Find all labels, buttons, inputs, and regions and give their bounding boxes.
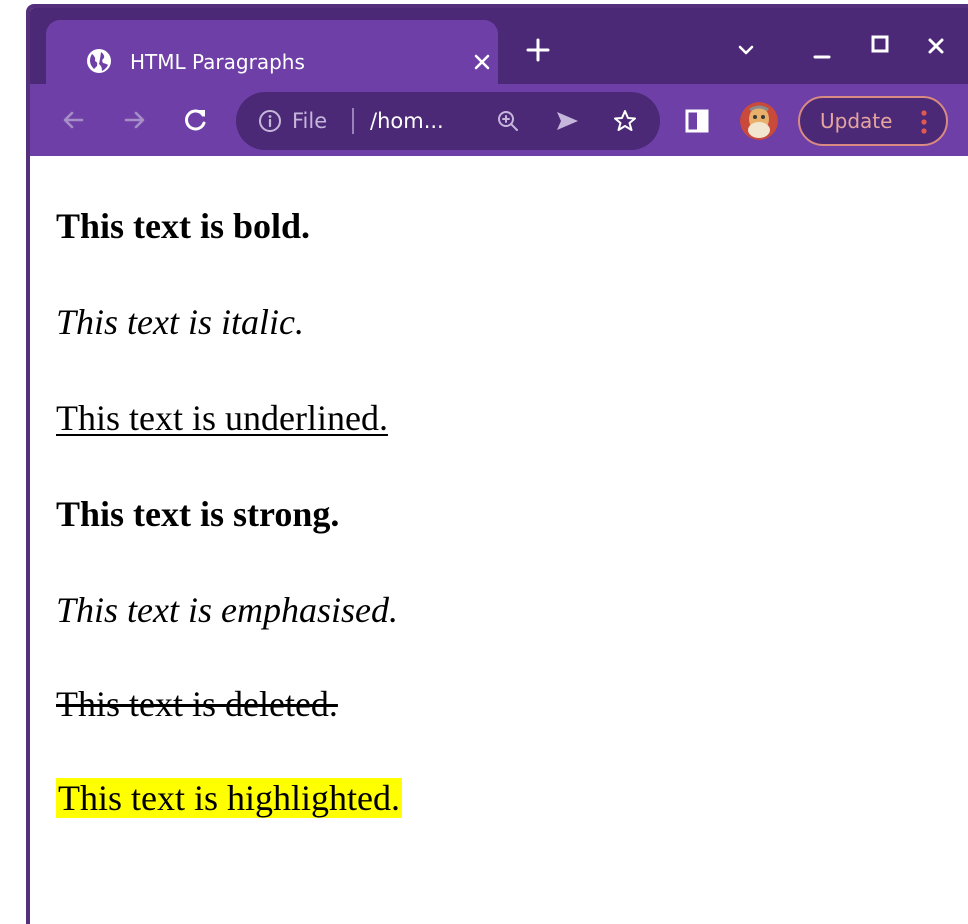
reload-icon[interactable] xyxy=(182,106,210,134)
underlined-paragraph: This text is underlined. xyxy=(56,398,388,438)
forward-arrow-icon[interactable] xyxy=(120,106,148,134)
send-icon[interactable] xyxy=(554,109,580,133)
avatar-icon xyxy=(740,102,778,140)
italic-paragraph: This text is italic. xyxy=(56,302,304,342)
strong-paragraph: This text is strong. xyxy=(56,494,340,534)
update-button[interactable]: Update xyxy=(798,96,948,146)
new-tab-plus-icon[interactable] xyxy=(524,36,552,64)
address-bar[interactable]: File /hom... xyxy=(236,92,660,150)
zoom-in-icon[interactable] xyxy=(496,109,520,133)
globe-icon xyxy=(87,49,111,73)
side-panel-icon[interactable] xyxy=(684,108,710,134)
kebab-menu-icon[interactable] xyxy=(918,108,930,136)
emphasised-paragraph: This text is emphasised. xyxy=(56,590,398,630)
close-window-icon[interactable] xyxy=(924,34,948,58)
highlighted-paragraph: This text is highlighted. xyxy=(56,776,402,820)
tab-title: HTML Paragraphs xyxy=(130,50,305,74)
browser-window: HTML Paragraphs File /hom... Update This… xyxy=(26,4,968,924)
back-arrow-icon[interactable] xyxy=(60,106,88,134)
browser-toolbar: File /hom... Update xyxy=(30,84,968,156)
close-tab-icon[interactable] xyxy=(470,50,494,74)
url-scheme-label: File xyxy=(292,109,328,133)
bold-paragraph: This text is bold. xyxy=(56,206,311,246)
deleted-paragraph: This text is deleted. xyxy=(56,684,338,724)
update-label: Update xyxy=(820,109,893,133)
minimize-icon[interactable] xyxy=(810,38,834,62)
omnibox-divider xyxy=(352,108,354,134)
profile-avatar[interactable] xyxy=(740,102,778,140)
highlighted-text: This text is highlighted. xyxy=(56,778,402,818)
page-content: This text is bold. This text is italic. … xyxy=(30,156,968,924)
star-icon[interactable] xyxy=(612,108,638,134)
url-text[interactable]: /hom... xyxy=(370,105,444,137)
chevron-down-icon[interactable] xyxy=(734,38,758,62)
maximize-icon[interactable] xyxy=(868,32,892,56)
info-icon[interactable] xyxy=(258,109,282,133)
tab-html-paragraphs[interactable]: HTML Paragraphs xyxy=(46,20,498,84)
tab-strip: HTML Paragraphs xyxy=(30,8,968,84)
